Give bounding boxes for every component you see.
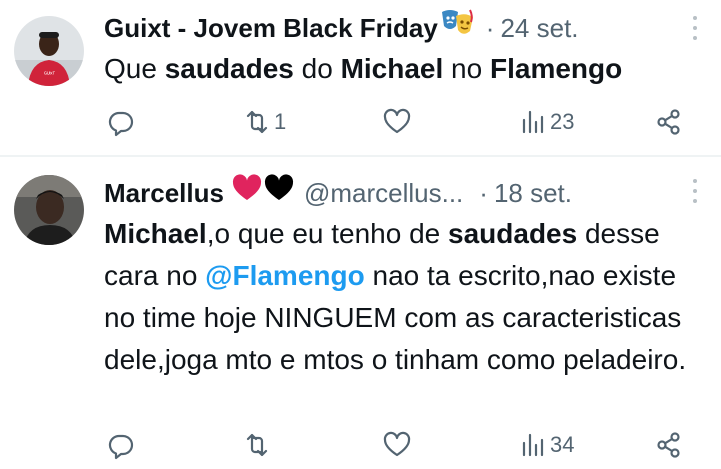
svg-text:ᴳᵁᴵˣᵀ: ᴳᵁᴵˣᵀ: [44, 71, 56, 78]
tweet-text: Michael,o que eu tenho de saudades desse…: [104, 213, 707, 381]
more-icon[interactable]: [693, 179, 699, 203]
date-separator: ·: [479, 178, 488, 208]
red-heart-emoji-icon: [232, 173, 262, 213]
tweet-actions: 1 23: [104, 106, 707, 138]
theater-masks-emoji-icon: [440, 8, 476, 49]
text-segment: Que: [104, 53, 165, 84]
share-button[interactable]: [654, 106, 684, 138]
tweet-header: Marcellus @marcellus... · 18 set.: [104, 173, 707, 213]
black-heart-emoji-icon: [264, 173, 294, 213]
views-button[interactable]: 34: [518, 429, 574, 461]
tweet[interactable]: ᴳᵁᴵˣᵀ Guixt - Jovem Black Friday · 24 se…: [0, 0, 721, 155]
text-bold: Michael: [340, 53, 444, 84]
text-segment: no: [443, 53, 490, 84]
tweet-content: Guixt - Jovem Black Friday · 24 set. Que…: [104, 8, 707, 90]
share-button[interactable]: [654, 429, 684, 461]
repost-button[interactable]: [242, 429, 274, 461]
tweet-header: Guixt - Jovem Black Friday · 24 set.: [104, 8, 707, 48]
avatar[interactable]: [14, 175, 84, 245]
views-button[interactable]: 23: [518, 106, 574, 138]
reply-icon: [108, 434, 134, 460]
text-bold: Flamengo: [489, 53, 623, 84]
tweet-text: Que saudades do Michael no Flamengo: [104, 48, 707, 90]
tweet-content: Marcellus @marcellus... · 18 set. Michae…: [104, 173, 707, 381]
mention-link[interactable]: @Flamengo: [205, 260, 365, 291]
share-icon: [657, 432, 680, 458]
more-icon[interactable]: [693, 16, 699, 40]
heart-icon: [383, 108, 411, 134]
repost-count: 1: [274, 109, 287, 134]
text-bold: Michael: [104, 218, 207, 249]
views-icon: [522, 110, 544, 134]
tweet[interactable]: Marcellus @marcellus... · 18 set. Michae…: [0, 157, 721, 469]
repost-icon: [246, 110, 268, 134]
heart-icon: [383, 431, 411, 457]
view-count: 23: [550, 109, 575, 134]
views-icon: [522, 433, 544, 457]
display-name[interactable]: Guixt - Jovem Black Friday: [104, 8, 438, 48]
reply-icon: [108, 111, 134, 137]
tweet-date[interactable]: 18 set.: [494, 173, 572, 213]
repost-button[interactable]: 1: [242, 106, 286, 138]
text-segment: ,o que eu tenho de: [206, 218, 449, 249]
display-name[interactable]: Marcellus: [104, 173, 224, 213]
avatar[interactable]: ᴳᵁᴵˣᵀ: [14, 16, 84, 86]
share-icon: [657, 109, 680, 135]
tweet-actions: 34: [104, 429, 707, 461]
date-separator: ·: [485, 13, 495, 43]
view-count: 34: [550, 432, 575, 457]
text-bold: saudades: [448, 218, 578, 249]
tweet-date[interactable]: 24 set.: [500, 8, 578, 48]
repost-icon: [246, 433, 268, 457]
like-button[interactable]: [382, 429, 414, 461]
user-handle[interactable]: @marcellus...: [304, 173, 463, 213]
reply-button[interactable]: [106, 106, 138, 138]
like-button[interactable]: [382, 106, 414, 138]
text-segment: do: [293, 53, 341, 84]
reply-button[interactable]: [106, 429, 138, 461]
text-bold: saudades: [164, 53, 294, 84]
